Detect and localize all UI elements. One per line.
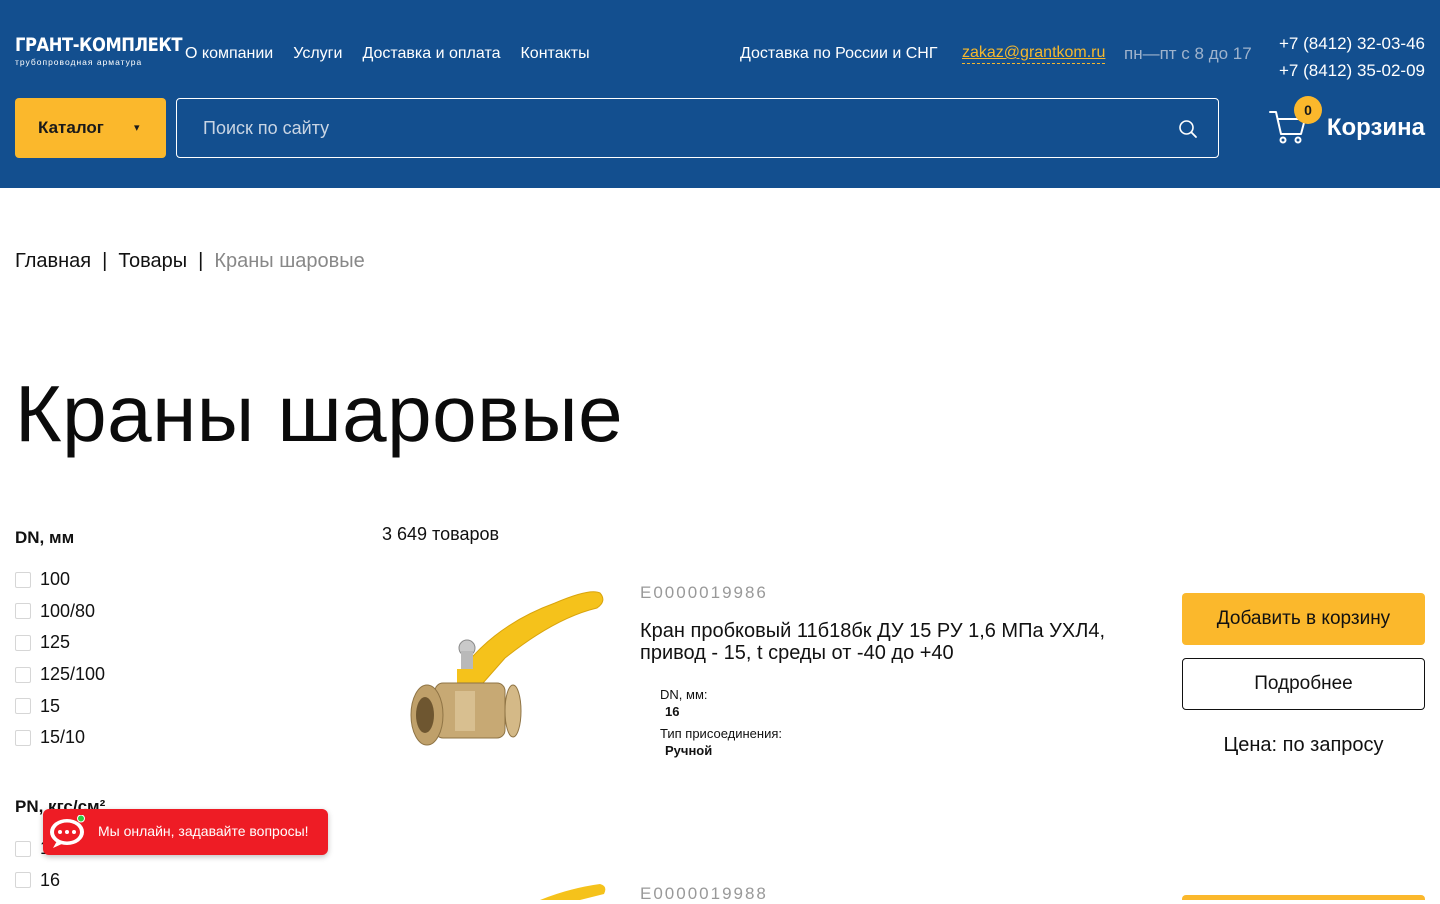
- spec-value: Ручной: [665, 743, 713, 758]
- filter-option[interactable]: 125/100: [15, 659, 105, 691]
- checkbox[interactable]: [15, 571, 31, 588]
- filter-option[interactable]: 15/10: [15, 722, 105, 754]
- filter-option[interactable]: 15: [15, 690, 105, 722]
- phone-block: +7 (8412) 32-03-46 +7 (8412) 35-02-09: [1279, 30, 1425, 84]
- catalog-label: Каталог: [38, 118, 104, 137]
- filter-dn-title: DN, мм: [15, 528, 75, 547]
- logo-title: ГРАНТ-КОМПЛЕКТ: [15, 34, 183, 56]
- breadcrumb-current: Краны шаровые: [214, 250, 365, 272]
- nav-about[interactable]: О компании: [185, 45, 273, 63]
- phone-1[interactable]: +7 (8412) 32-03-46: [1279, 30, 1425, 57]
- filter-option[interactable]: 100/80: [15, 596, 105, 628]
- filter-option[interactable]: 16: [15, 865, 60, 897]
- phone-2[interactable]: +7 (8412) 35-02-09: [1279, 57, 1425, 84]
- breadcrumb: Главная | Товары | Краны шаровые: [15, 250, 365, 273]
- logo-subtitle: трубопроводная арматура: [15, 57, 143, 67]
- chat-text: Мы онлайн, задавайте вопросы!: [98, 823, 309, 839]
- product-price: Цена: по запросу: [1223, 734, 1384, 756]
- main-nav: О компании Услуги Доставка и оплата Конт…: [185, 45, 590, 63]
- product-sku: E0000019988: [640, 884, 768, 903]
- delivery-info: Доставка по России и СНГ: [740, 45, 938, 62]
- site-header: ГРАНТ-КОМПЛЕКТ трубопроводная арматура О…: [0, 0, 1440, 188]
- checkbox[interactable]: [15, 840, 31, 857]
- nav-contacts[interactable]: Контакты: [520, 45, 589, 63]
- breadcrumb-products[interactable]: Товары: [118, 250, 187, 273]
- spec-label: Тип присоединения:: [660, 726, 782, 741]
- caret-down-icon: ▾: [134, 122, 140, 134]
- spec-label: DN, мм:: [660, 687, 708, 702]
- checkbox[interactable]: [15, 698, 31, 715]
- checkbox[interactable]: [15, 603, 31, 620]
- catalog-button[interactable]: Каталог ▾: [15, 98, 166, 158]
- email-link[interactable]: zakaz@grantkom.ru: [962, 44, 1106, 64]
- add-to-cart-button[interactable]: Добавить в корзину: [1182, 593, 1425, 645]
- breadcrumb-separator: |: [102, 250, 108, 272]
- checkbox[interactable]: [15, 729, 31, 746]
- spec-value: 16: [665, 704, 680, 719]
- product-name[interactable]: Кран пробковый 11б18бк ДУ 15 РУ 1,6 МПа …: [640, 620, 1110, 664]
- cart-button[interactable]: 0 Корзина: [1268, 96, 1425, 156]
- search-input[interactable]: [177, 99, 1218, 157]
- details-button[interactable]: Подробнее: [1182, 658, 1425, 710]
- checkbox[interactable]: [15, 634, 31, 651]
- product-sku: E0000019986: [640, 583, 768, 602]
- chat-bubble-icon: [50, 815, 85, 848]
- product-count: 3 649 товаров: [382, 524, 500, 544]
- breadcrumb-separator: |: [198, 250, 204, 272]
- online-chat-widget[interactable]: Мы онлайн, задавайте вопросы!: [43, 809, 328, 855]
- ball-valve-image[interactable]: [540, 884, 610, 900]
- filter-option[interactable]: 100: [15, 564, 105, 596]
- search-box: [176, 98, 1219, 158]
- page-title: Краны шаровые: [15, 369, 624, 458]
- nav-services[interactable]: Услуги: [293, 45, 342, 63]
- filter-option[interactable]: 125: [15, 627, 105, 659]
- working-hours: пн—пт с 8 до 17: [1124, 44, 1252, 63]
- ball-valve-image[interactable]: [405, 583, 610, 758]
- cart-count-badge: 0: [1294, 96, 1322, 124]
- nav-delivery-payment[interactable]: Доставка и оплата: [362, 45, 500, 63]
- breadcrumb-home[interactable]: Главная: [15, 250, 91, 273]
- add-to-cart-button[interactable]: [1182, 895, 1425, 900]
- checkbox[interactable]: [15, 872, 31, 889]
- site-logo[interactable]: ГРАНТ-КОМПЛЕКТ трубопроводная арматура: [15, 34, 183, 70]
- filter-dn-list: 100 100/80 125 125/100 15 15/10: [15, 564, 105, 754]
- checkbox[interactable]: [15, 666, 31, 683]
- cart-label: Корзина: [1326, 114, 1425, 141]
- search-icon[interactable]: [1178, 119, 1198, 139]
